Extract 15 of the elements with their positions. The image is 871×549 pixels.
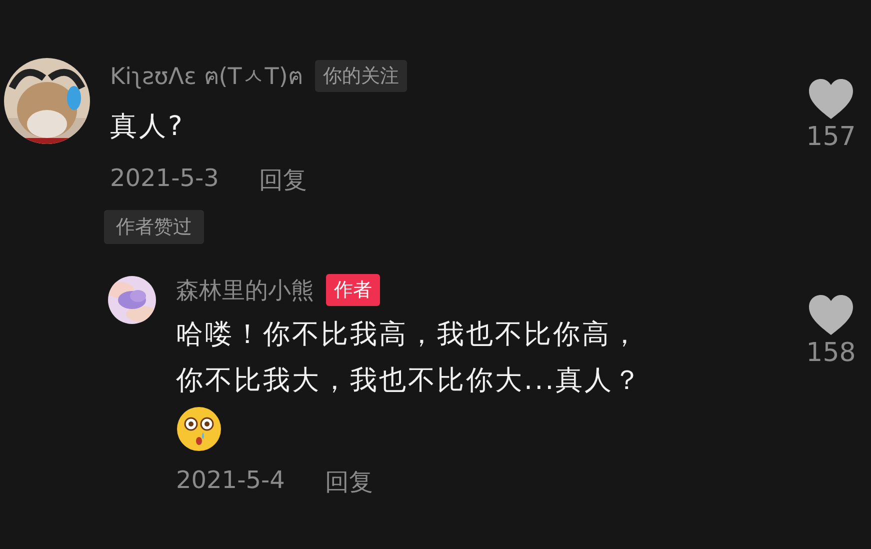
comment-text: 哈喽！你不比我高，我也不比你高，你不比我大，我也不比你大...真人？ [176,318,644,398]
username[interactable]: Kiʅƨʊᐱɛ ฅ(TㅅT)ฅ [110,58,303,94]
comment-text: 真人? [110,110,186,144]
comment-date: 2021-5-4 [176,466,285,496]
comment-date: 2021-5-3 [110,164,219,194]
username[interactable]: 森林里的小熊 [176,274,314,306]
following-badge: 你的关注 [314,60,407,92]
reply-button[interactable]: 回复 [324,466,373,498]
author-liked-tag: 作者赞过 [104,210,204,244]
heart-icon[interactable] [808,294,854,336]
heart-icon[interactable] [808,78,854,120]
like-count: 158 [806,338,856,368]
reply-button[interactable]: 回复 [258,164,307,196]
author-badge: 作者 [326,274,380,306]
like-count: 157 [806,122,856,152]
